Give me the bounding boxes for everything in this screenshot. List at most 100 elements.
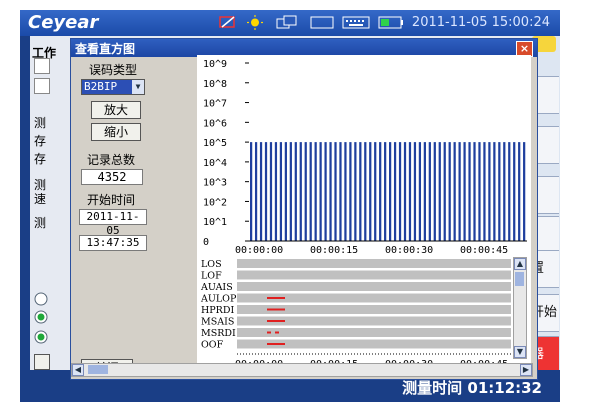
scroll-right-icon[interactable]: ▶ bbox=[520, 364, 532, 376]
alarm-name: LOF bbox=[201, 271, 222, 282]
keyboard-icon bbox=[342, 16, 370, 29]
y-tick-label: 10^1 bbox=[203, 217, 227, 228]
histogram-bar bbox=[314, 142, 317, 241]
y-tick-label: 10^9 bbox=[203, 59, 227, 70]
bg-label-1: 测 bbox=[34, 116, 47, 130]
histogram-bar bbox=[518, 142, 521, 241]
histogram-bar bbox=[389, 142, 392, 241]
y-tick-label: 10^4 bbox=[203, 158, 227, 169]
record-total-value: 4352 bbox=[81, 169, 143, 185]
histogram-bar bbox=[344, 142, 347, 241]
radio-button-selected-2[interactable] bbox=[34, 330, 48, 344]
battery-icon bbox=[378, 16, 403, 29]
scroll-down-icon[interactable]: ▼ bbox=[514, 346, 526, 358]
network-icon bbox=[219, 16, 235, 28]
histogram-bar bbox=[468, 142, 471, 241]
brand-logo: Ceyear bbox=[28, 12, 99, 33]
alarm-name: AUAIS bbox=[200, 282, 233, 293]
histogram-bar bbox=[294, 142, 297, 241]
type-select[interactable]: B2BIP ▼ bbox=[81, 79, 145, 95]
bg-button[interactable] bbox=[34, 354, 50, 370]
start-date-field: 2011-11-05 bbox=[79, 209, 147, 237]
alarm-row bbox=[237, 259, 511, 268]
y-tick-label: 0 bbox=[203, 237, 209, 248]
histogram-bar bbox=[413, 142, 417, 241]
horizontal-scrollbar[interactable]: ◀ ▶ bbox=[71, 363, 533, 377]
alarm-timeline: LOSLOFAUAISAULOPHPRDIMSAISMSRDIOOF00:00:… bbox=[197, 255, 565, 375]
histogram-plot: 10^9 10^8 10^7 10^6 10^5 10^4 10^3 10^2 10^1 0 00:… bbox=[203, 59, 565, 256]
histogram-bar bbox=[379, 142, 382, 241]
histogram-bar bbox=[458, 142, 461, 241]
histogram-bar bbox=[254, 142, 258, 241]
histogram-bar bbox=[443, 142, 446, 241]
bg-label-6: 测 bbox=[34, 216, 47, 230]
start-time-field: 13:47:35 bbox=[79, 235, 147, 251]
histogram-bar bbox=[493, 142, 496, 241]
histogram-bar bbox=[503, 142, 506, 241]
bg-label-2: 存 bbox=[34, 134, 47, 148]
histogram-bar bbox=[349, 142, 352, 241]
histogram-bar bbox=[259, 142, 263, 241]
histogram-bar bbox=[319, 142, 322, 241]
histogram-bar bbox=[359, 142, 362, 241]
y-tick-label: 10^6 bbox=[203, 118, 227, 129]
histogram-bar bbox=[374, 142, 377, 241]
histogram-bar bbox=[523, 142, 526, 241]
type-select-value: B2BIP bbox=[84, 80, 118, 93]
x-tick-label: 00:00:00 bbox=[235, 245, 283, 255]
histogram-bar bbox=[408, 142, 412, 241]
histogram-bar bbox=[364, 142, 367, 241]
y-tick-label: 10^7 bbox=[203, 99, 227, 110]
histogram-bar bbox=[483, 142, 486, 241]
title-bar: Ceyear 2011-11-05 15:00:24 bbox=[20, 10, 560, 36]
alarm-name: LOS bbox=[201, 259, 222, 270]
histogram-bar bbox=[393, 142, 397, 241]
histogram-bar bbox=[279, 142, 283, 241]
alarm-name: AULOP bbox=[200, 294, 237, 305]
histogram-bar bbox=[508, 142, 511, 241]
scroll-thumb[interactable] bbox=[515, 272, 524, 286]
histogram-bar bbox=[498, 142, 501, 241]
histogram-bar bbox=[329, 142, 332, 241]
measure-time: 测量时间 01:12:32 bbox=[402, 379, 542, 397]
histogram-bar bbox=[304, 142, 307, 241]
alarm-name: HPRDI bbox=[201, 305, 234, 316]
hscroll-thumb[interactable] bbox=[88, 365, 108, 374]
alarm-name: MSAIS bbox=[201, 317, 234, 328]
histogram-bar bbox=[334, 142, 337, 241]
y-tick-label: 10^5 bbox=[203, 138, 227, 149]
histogram-bar bbox=[428, 142, 431, 241]
y-tick-label: 10^3 bbox=[203, 178, 227, 189]
x-tick-label: 00:00:45 bbox=[460, 245, 508, 255]
histogram-bar bbox=[438, 142, 441, 241]
alarm-row bbox=[237, 270, 511, 280]
zoom-in-button[interactable]: 放大 bbox=[91, 101, 141, 119]
histogram-bar bbox=[488, 142, 491, 241]
histogram-bar bbox=[289, 142, 292, 241]
dialog-title: 查看直方图 bbox=[75, 42, 136, 56]
histogram-bar bbox=[478, 142, 481, 241]
start-time-label: 开始时间 bbox=[87, 193, 136, 207]
histogram-bar bbox=[418, 142, 422, 241]
scroll-up-icon[interactable]: ▲ bbox=[514, 258, 526, 270]
scroll-left-icon[interactable]: ◀ bbox=[72, 364, 84, 376]
bg-field-2 bbox=[34, 78, 50, 94]
y-tick-label: 10^8 bbox=[203, 79, 227, 90]
histogram-bar bbox=[250, 142, 253, 241]
radio-button-selected[interactable] bbox=[34, 310, 48, 324]
alarm-plot: LOSLOFAUAISAULOPHPRDIMSAISMSRDIOOF00:00:… bbox=[200, 259, 565, 370]
histogram-dialog: 查看直方图 × 误码类型 B2BIP ▼ 放大 缩小 记录总数 4352 开始时… bbox=[70, 38, 565, 380]
histogram-bar bbox=[309, 142, 312, 241]
instrument-screen: Ceyear 2011-11-05 15:00:24 工作 测 存 存 测 速 … bbox=[20, 10, 565, 402]
radio-button[interactable] bbox=[34, 292, 48, 306]
alarm-name: OOF bbox=[201, 340, 224, 351]
histogram-bar bbox=[453, 142, 456, 241]
histogram-bar bbox=[339, 142, 342, 241]
record-total-label: 记录总数 bbox=[87, 153, 136, 167]
window-icon bbox=[276, 15, 297, 29]
vertical-scrollbar[interactable]: ▲ ▼ bbox=[513, 257, 527, 359]
histogram-bar bbox=[354, 142, 357, 241]
histogram-bar bbox=[448, 142, 451, 241]
zoom-out-button[interactable]: 缩小 bbox=[91, 123, 141, 141]
chevron-down-icon: ▼ bbox=[132, 80, 144, 94]
